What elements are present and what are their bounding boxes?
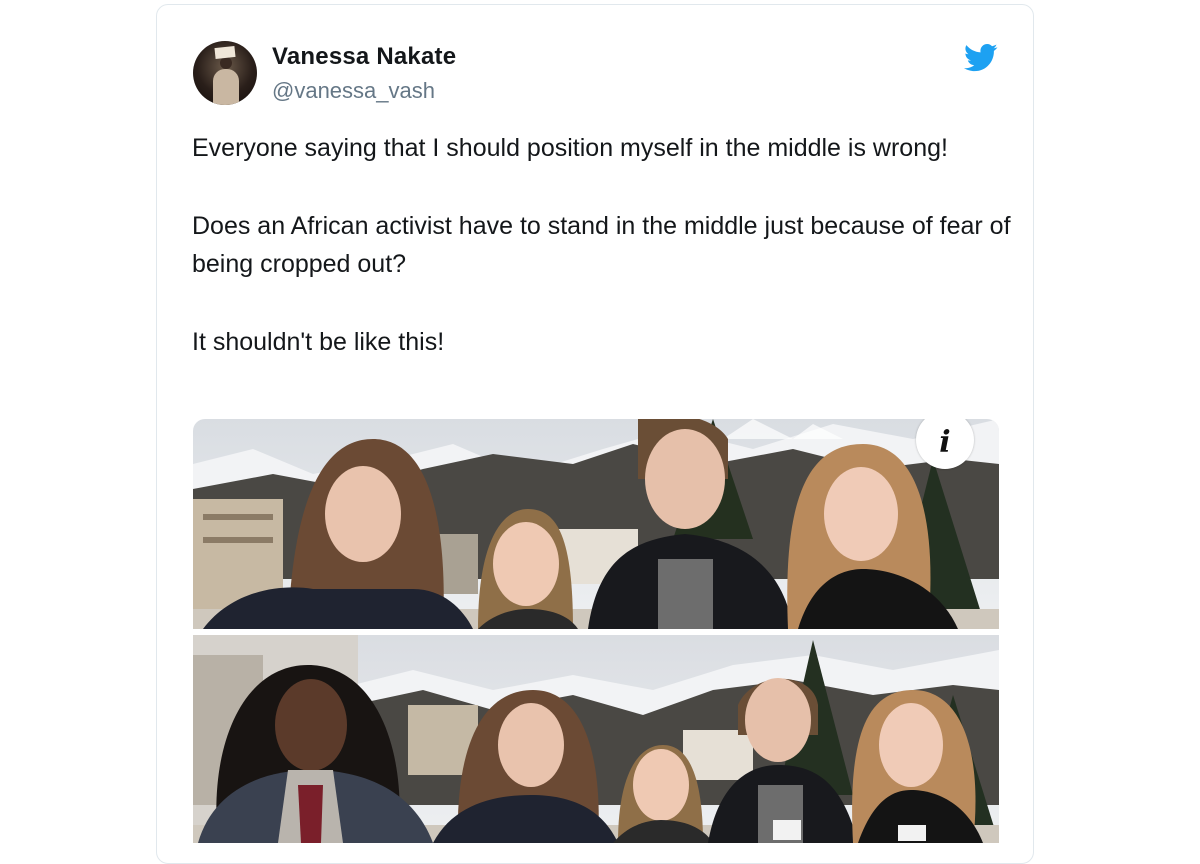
photo-group-cropped[interactable]: i xyxy=(193,419,999,629)
tweet-text: Everyone saying that I should position m… xyxy=(192,129,1012,401)
tweet-paragraph: Everyone saying that I should position m… xyxy=(192,134,948,162)
avatar-figure-head xyxy=(220,57,232,69)
author-handle[interactable]: @vanessa_vash xyxy=(272,78,435,104)
tweet-card[interactable]: Vanessa Nakate @vanessa_vash Everyone sa… xyxy=(156,4,1034,864)
tweet-paragraph: It shouldn't be like this! xyxy=(192,328,445,356)
tweet-media[interactable]: i xyxy=(193,419,999,843)
author-name[interactable]: Vanessa Nakate xyxy=(272,43,456,71)
avatar-figure-body xyxy=(213,69,239,105)
photo-group-full[interactable] xyxy=(193,635,999,843)
avatar[interactable] xyxy=(193,41,257,105)
twitter-bird-icon[interactable] xyxy=(964,43,998,73)
avatar-figure-sign xyxy=(214,45,236,60)
tweet-paragraph: Does an African activist have to stand i… xyxy=(192,212,1011,278)
